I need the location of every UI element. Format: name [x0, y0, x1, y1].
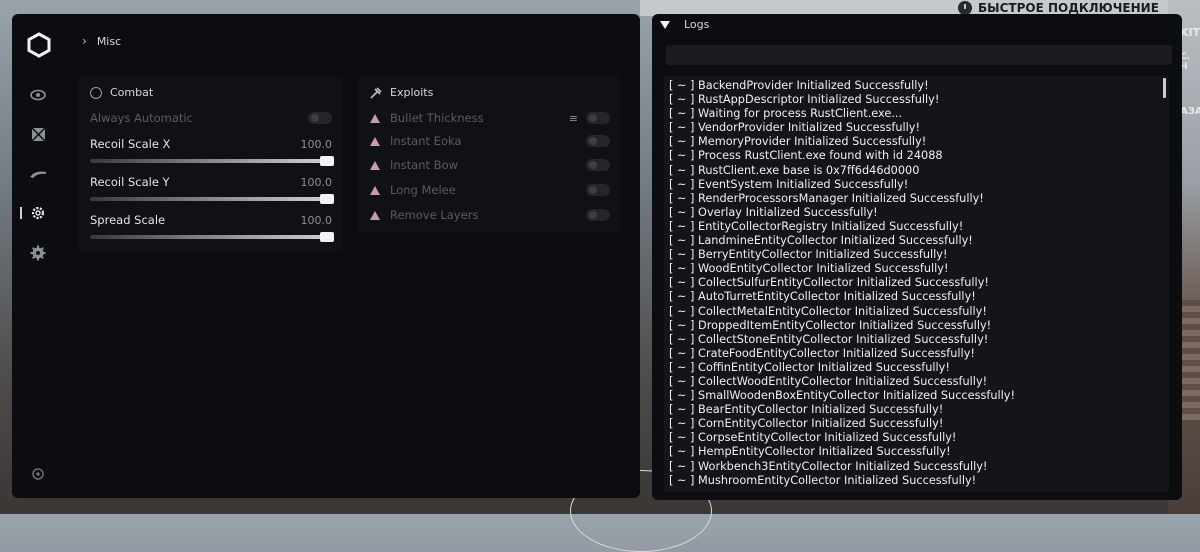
gear-icon[interactable] — [29, 204, 47, 222]
spread-value: 100.0 — [300, 213, 333, 227]
log-line: [ ~ ] CollectStoneEntityCollector Initia… — [669, 332, 989, 346]
slider-knob[interactable] — [320, 156, 334, 166]
always-automatic-toggle[interactable] — [308, 112, 332, 124]
sidebar — [12, 14, 62, 498]
log-line: [ ~ ] CoffinEntityCollector Initialized … — [669, 360, 950, 374]
log-line: [ ~ ] AutoTurretEntityCollector Initiali… — [669, 290, 976, 304]
edge-text: АЗА — [1180, 106, 1200, 117]
log-line: [ ~ ] MushroomEntityCollector Initialize… — [669, 473, 977, 487]
breadcrumb[interactable]: › Misc — [82, 32, 121, 50]
warning-icon — [370, 113, 380, 123]
log-line: [ ~ ] CollectMetalEntityCollector Initia… — [669, 304, 987, 318]
logs-list[interactable]: [ ~ ] BackendProvider Initialized Succes… — [664, 76, 1169, 492]
edge-text: KIT — [1180, 26, 1200, 39]
bullet-thickness-toggle[interactable] — [586, 112, 610, 124]
exploits-card: Exploits Bullet Thickness ≡ Instant Eoka… — [358, 76, 620, 232]
exploit-row: Instant Bow — [370, 156, 610, 174]
spread-label: Spread Scale — [90, 213, 166, 227]
log-line: [ ~ ] RustAppDescriptor Initialized Succ… — [669, 93, 940, 107]
exploit-row: Remove Layers — [370, 206, 610, 224]
warning-icon — [370, 185, 380, 195]
log-line: [ ~ ] RustClient.exe base is 0x7ff6d46d0… — [669, 163, 920, 177]
active-indicator — [20, 207, 22, 219]
log-line: [ ~ ] BackendProvider Initialized Succes… — [669, 79, 929, 92]
logs-search-input[interactable] — [666, 45, 1172, 65]
exploit-label: Long Melee — [390, 183, 456, 197]
collapse-triangle-icon[interactable] — [660, 20, 670, 29]
warning-icon — [370, 160, 380, 170]
edge-text: С. Н — [1180, 52, 1191, 72]
long-melee-toggle[interactable] — [586, 184, 610, 196]
exploit-label: Instant Eoka — [390, 134, 462, 148]
log-line: [ ~ ] RenderProcessorsManager Initialize… — [669, 191, 984, 205]
logs-title: Logs — [684, 18, 710, 31]
slider-knob[interactable] — [320, 194, 334, 204]
logs-header[interactable]: Logs — [660, 18, 709, 31]
recoil-y-slider[interactable] — [90, 194, 334, 204]
weapon-icon[interactable] — [29, 165, 47, 183]
exploit-label: Remove Layers — [390, 208, 479, 222]
log-line: [ ~ ] EntityCollectorRegistry Initialize… — [669, 219, 964, 233]
exploits-title: Exploits — [370, 86, 433, 99]
log-line: [ ~ ] Process RustClient.exe found with … — [669, 149, 943, 163]
exploit-row: Long Melee — [370, 181, 610, 199]
log-line: [ ~ ] EventSystem Initialized Successful… — [669, 177, 909, 191]
log-line: [ ~ ] CorpseEntityCollector Initialized … — [669, 431, 957, 445]
log-line: [ ~ ] VendorProvider Initialized Success… — [669, 121, 920, 135]
exploit-row: Bullet Thickness ≡ — [370, 109, 610, 127]
recoil-x-row: Recoil Scale X 100.0 — [90, 135, 332, 153]
warning-icon — [370, 210, 380, 220]
warning-icon — [370, 136, 380, 146]
log-line: [ ~ ] SmallWoodenBoxEntityCollector Init… — [669, 389, 1015, 403]
combat-icon — [90, 86, 102, 99]
settings-cog-icon[interactable] — [29, 244, 47, 262]
recoil-y-value: 100.0 — [300, 175, 333, 189]
chevron-right-icon: › — [82, 34, 87, 48]
log-line: [ ~ ] BearEntityCollector Initialized Su… — [669, 403, 944, 417]
log-line: [ ~ ] BerryEntityCollector Initialized S… — [669, 248, 948, 262]
slider-knob[interactable] — [320, 232, 334, 242]
bottom-settings-icon[interactable] — [29, 465, 47, 483]
log-line: [ ~ ] Workbench3EntityCollector Initiali… — [669, 459, 988, 473]
combat-card: Combat Always Automatic Recoil Scale X 1… — [78, 76, 342, 252]
log-line: [ ~ ] MemoryProvider Initialized Success… — [669, 135, 927, 149]
exploit-label: Instant Bow — [390, 158, 459, 172]
log-line: [ ~ ] CrateFoodEntityCollector Initializ… — [669, 346, 975, 360]
logo-hexagon-icon[interactable] — [26, 32, 52, 58]
recoil-y-row: Recoil Scale Y 100.0 — [90, 173, 332, 191]
instant-bow-toggle[interactable] — [586, 159, 610, 171]
log-line: [ ~ ] CornEntityCollector Initialized Su… — [669, 417, 944, 431]
spread-slider[interactable] — [90, 232, 334, 242]
exploit-row: Instant Eoka — [370, 132, 610, 150]
log-line: [ ~ ] Waiting for process RustClient.exe… — [669, 107, 903, 121]
log-line: [ ~ ] DroppedItemEntityCollector Initial… — [669, 318, 992, 332]
logs-scrollbar[interactable] — [1163, 78, 1166, 98]
recoil-x-slider[interactable] — [90, 156, 334, 166]
remove-layers-toggle[interactable] — [586, 209, 610, 221]
log-line: [ ~ ] CollectSulfurEntityCollector Initi… — [669, 276, 989, 290]
instant-eoka-toggle[interactable] — [586, 135, 610, 147]
eye-icon[interactable] — [29, 86, 47, 104]
recoil-x-value: 100.0 — [300, 137, 333, 151]
log-line: [ ~ ] HempEntityCollector Initialized Su… — [669, 445, 951, 459]
list-options-icon[interactable]: ≡ — [569, 112, 578, 125]
log-line: [ ~ ] LandmineEntityCollector Initialize… — [669, 234, 973, 248]
log-line: [ ~ ] CollectWoodEntityCollector Initial… — [669, 374, 988, 388]
recoil-y-label: Recoil Scale Y — [90, 175, 170, 189]
log-line: [ ~ ] WoodEntityCollector Initialized Su… — [669, 262, 949, 276]
breadcrumb-label: Misc — [96, 34, 122, 48]
clock-icon — [958, 1, 972, 15]
log-line: [ ~ ] Overlay Initialized Successfully! — [669, 205, 878, 219]
logs-panel: Logs [ ~ ] BackendProvider Initialized S… — [652, 14, 1182, 500]
always-automatic-label: Always Automatic — [90, 111, 193, 125]
main-panel: › Misc Combat Always Automatic Recoil Sc… — [12, 14, 640, 498]
combat-title: Combat — [90, 86, 153, 99]
always-automatic-row: Always Automatic — [90, 109, 332, 127]
exploit-label: Bullet Thickness — [390, 111, 484, 125]
exploits-icon — [370, 86, 382, 99]
spread-row: Spread Scale 100.0 — [90, 211, 332, 229]
recoil-x-label: Recoil Scale X — [90, 137, 171, 151]
crosshair-box-icon[interactable] — [29, 125, 47, 143]
